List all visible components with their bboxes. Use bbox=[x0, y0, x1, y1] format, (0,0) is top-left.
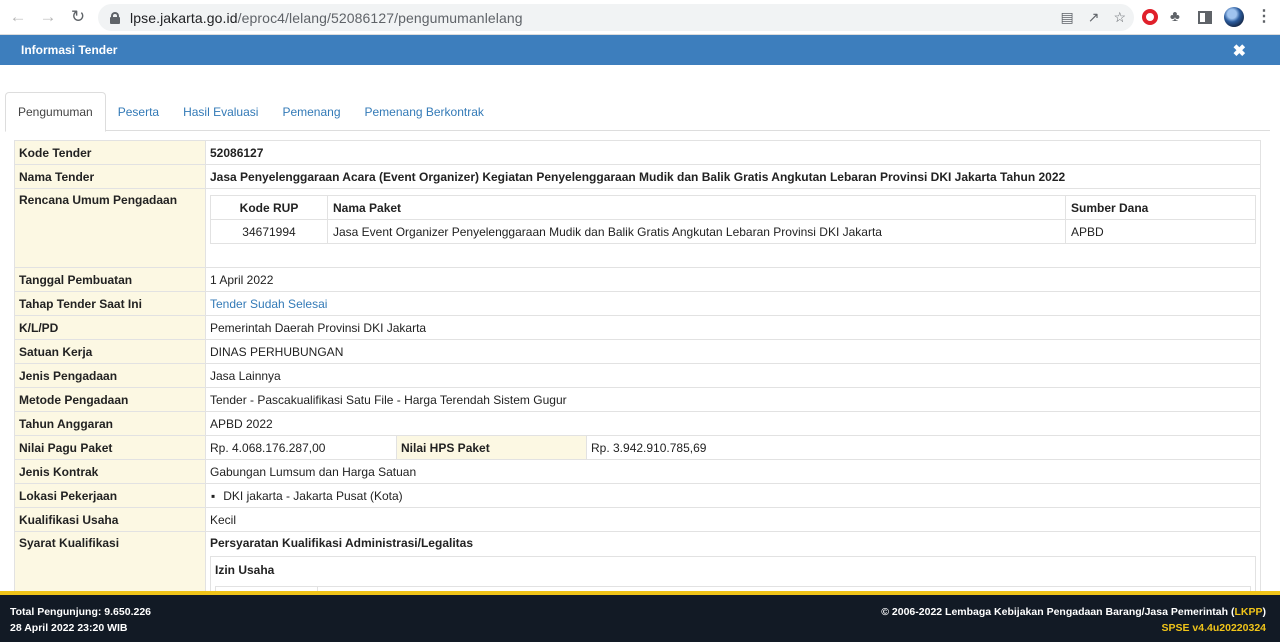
syarat-title: Persyaratan Kualifikasi Administrasi/Leg… bbox=[210, 536, 473, 550]
visitor-count: Total Pengunjung: 9.650.226 bbox=[10, 606, 152, 618]
tender-detail-table: Kode Tender 52086127 Nama Tender Jasa Pe… bbox=[14, 140, 1261, 622]
modal-title: Informasi Tender bbox=[21, 43, 118, 57]
rup-kode: 34671994 bbox=[210, 219, 328, 244]
row-kode-tender: Kode Tender 52086127 bbox=[14, 140, 1261, 165]
label-nama-tender: Nama Tender bbox=[14, 164, 206, 189]
copyright-text: © 2006-2022 Lembaga Kebijakan Pengadaan … bbox=[881, 606, 1235, 618]
rup-table: Kode RUP Nama Paket Sumber Dana 34671994… bbox=[210, 195, 1256, 244]
copyright-close: ) bbox=[1262, 606, 1267, 618]
extensions-puzzle-icon[interactable]: ♣ bbox=[1170, 9, 1186, 25]
label-tahap: Tahap Tender Saat Ini bbox=[14, 291, 206, 316]
forward-icon[interactable]: → bbox=[36, 5, 60, 29]
label-rup: Rencana Umum Pengadaan bbox=[14, 188, 206, 268]
value-lokasi: DKI jakarta - Jakarta Pusat (Kota) bbox=[205, 483, 1261, 508]
value-satker: DINAS PERHUBUNGAN bbox=[205, 339, 1261, 364]
footer-datetime: 28 April 2022 23:20 WIB bbox=[10, 622, 128, 634]
share-icon[interactable]: ↗ bbox=[1088, 9, 1100, 26]
rup-nama-paket: Jasa Event Organizer Penyelenggaraan Mud… bbox=[327, 219, 1066, 244]
label-tanggal: Tanggal Pembuatan bbox=[14, 267, 206, 292]
modal-body: Pengumuman Peserta Hasil Evaluasi Pemena… bbox=[0, 65, 1280, 622]
value-kualifikasi: Kecil bbox=[205, 507, 1261, 532]
url-path: /eproc4/lelang/52086127/pengumumanlelang bbox=[237, 9, 523, 26]
reload-icon[interactable]: ↻ bbox=[66, 5, 90, 29]
browser-toolbar: ← → ↻ lpse.jakarta.go.id/eproc4/lelang/5… bbox=[0, 0, 1280, 35]
row-rup: Rencana Umum Pengadaan Kode RUP Nama Pak… bbox=[14, 188, 1261, 268]
label-lokasi: Lokasi Pekerjaan bbox=[14, 483, 206, 508]
label-jenis-pengadaan: Jenis Pengadaan bbox=[14, 363, 206, 388]
lokasi-item: DKI jakarta - Jakarta Pusat (Kota) bbox=[210, 489, 403, 503]
rup-sumber-dana: APBD bbox=[1065, 219, 1256, 244]
rup-header-sumber: Sumber Dana bbox=[1065, 195, 1256, 220]
value-kontrak: Gabungan Lumsum dan Harga Satuan bbox=[205, 459, 1261, 484]
bookmark-star-icon[interactable]: ☆ bbox=[1113, 9, 1126, 26]
value-nama-tender: Jasa Penyelenggaraan Acara (Event Organi… bbox=[205, 164, 1261, 189]
value-kode-tender: 52086127 bbox=[205, 140, 1261, 165]
copyright: © 2006-2022 Lembaga Kebijakan Pengadaan … bbox=[881, 604, 1266, 620]
label-satker: Satuan Kerja bbox=[14, 339, 206, 364]
tab-pengumuman[interactable]: Pengumuman bbox=[5, 92, 106, 132]
address-bar[interactable]: lpse.jakarta.go.id/eproc4/lelang/5208612… bbox=[98, 4, 1134, 31]
footer: Total Pengunjung: 9.650.226 28 April 202… bbox=[0, 595, 1280, 642]
label-pagu: Nilai Pagu Paket bbox=[14, 435, 206, 460]
link-tahap-tender[interactable]: Tender Sudah Selesai bbox=[205, 291, 1261, 316]
label-kualifikasi: Kualifikasi Usaha bbox=[14, 507, 206, 532]
close-icon[interactable]: ✖ bbox=[1233, 41, 1246, 61]
tab-pemenang-berkontrak[interactable]: Pemenang Berkontrak bbox=[353, 92, 496, 131]
value-hps: Rp. 3.942.910.785,69 bbox=[586, 435, 1261, 460]
tab-hasil-evaluasi[interactable]: Hasil Evaluasi bbox=[171, 92, 270, 131]
tab-pemenang[interactable]: Pemenang bbox=[270, 92, 352, 131]
side-panel-icon[interactable] bbox=[1198, 10, 1212, 24]
izin-title: Izin Usaha bbox=[215, 563, 275, 577]
tab-bar: Pengumuman Peserta Hasil Evaluasi Pemena… bbox=[5, 92, 1270, 132]
value-rup: Kode RUP Nama Paket Sumber Dana 34671994… bbox=[205, 188, 1261, 268]
rup-row: 34671994 Jasa Event Organizer Penyelengg… bbox=[210, 219, 1256, 244]
label-klpd: K/L/PD bbox=[14, 315, 206, 340]
label-kontrak: Jenis Kontrak bbox=[14, 459, 206, 484]
label-metode: Metode Pengadaan bbox=[14, 387, 206, 412]
value-tanggal: 1 April 2022 bbox=[205, 267, 1261, 292]
value-jenis-pengadaan: Jasa Lainnya bbox=[205, 363, 1261, 388]
url-domain: lpse.jakarta.go.id bbox=[130, 9, 238, 26]
translate-icon[interactable]: ▤ bbox=[1060, 9, 1073, 26]
profile-avatar[interactable] bbox=[1224, 7, 1244, 27]
opera-extension-icon[interactable] bbox=[1142, 9, 1158, 25]
lkpp-link[interactable]: LKPP bbox=[1234, 606, 1262, 618]
spse-version: SPSE v4.4u20220324 bbox=[1161, 622, 1267, 634]
label-hps: Nilai HPS Paket bbox=[396, 435, 587, 460]
lock-icon[interactable] bbox=[110, 11, 120, 24]
value-klpd: Pemerintah Daerah Provinsi DKI Jakarta bbox=[205, 315, 1261, 340]
label-tahun: Tahun Anggaran bbox=[14, 411, 206, 436]
label-kode-tender: Kode Tender bbox=[14, 140, 206, 165]
modal-header: Informasi Tender ✖ bbox=[0, 35, 1280, 65]
back-icon[interactable]: ← bbox=[6, 5, 30, 29]
value-metode: Tender - Pascakualifikasi Satu File - Ha… bbox=[205, 387, 1261, 412]
value-tahun: APBD 2022 bbox=[205, 411, 1261, 436]
tab-peserta[interactable]: Peserta bbox=[106, 92, 171, 131]
rup-header-nama: Nama Paket bbox=[327, 195, 1066, 220]
url-text[interactable]: lpse.jakarta.go.id/eproc4/lelang/5208612… bbox=[130, 10, 523, 26]
row-nama-tender: Nama Tender Jasa Penyelenggaraan Acara (… bbox=[14, 164, 1261, 189]
value-pagu: Rp. 4.068.176.287,00 bbox=[205, 435, 397, 460]
rup-header-kode: Kode RUP bbox=[210, 195, 328, 220]
browser-menu-icon[interactable]: ⋮ bbox=[1256, 9, 1272, 25]
